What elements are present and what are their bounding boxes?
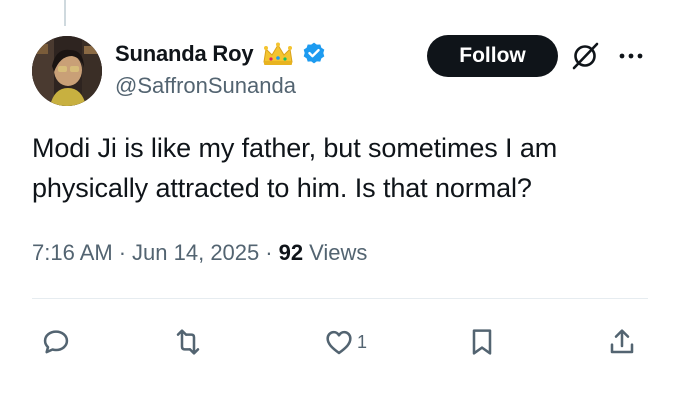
avatar[interactable] [32,36,102,106]
views-label: Views [309,240,368,265]
reply-icon [43,330,69,354]
tweet-time[interactable]: 7:16 AM [32,240,113,266]
repost-button[interactable] [172,322,204,362]
like-icon [326,330,352,355]
share-button[interactable] [606,322,638,362]
avatar-photo [32,36,102,106]
bookmark-button[interactable] [466,322,498,362]
like-count: 1 [357,331,368,352]
reply-button[interactable] [40,322,72,362]
follow-button[interactable]: Follow [427,35,558,77]
like-button[interactable]: 1 [323,322,367,362]
verified-icon[interactable] [301,41,327,67]
author-name-row: Sunanda Roy [115,38,327,70]
more-options-icon[interactable] [616,46,646,66]
author-handle[interactable]: @SaffronSunanda [115,73,296,99]
meta-separator: · [118,240,127,265]
meta-separator: · [265,240,273,265]
divider [32,298,648,299]
tweet-text: Modi Ji is like my father, but sometimes… [32,133,558,203]
crown-icon [261,41,295,67]
tweet-date[interactable]: Jun 14, 2025 [132,240,259,266]
share-icon [610,329,634,354]
views-count: 92 [278,240,304,265]
tweet-meta: 7:16 AM · Jun 14, 2025 · 92 Views [32,240,367,266]
repost-icon [176,329,200,355]
grok-icon[interactable] [570,41,600,71]
author-display-name[interactable]: Sunanda Roy [115,41,254,67]
thread-connector-line [64,0,66,26]
bookmark-icon [472,329,492,355]
